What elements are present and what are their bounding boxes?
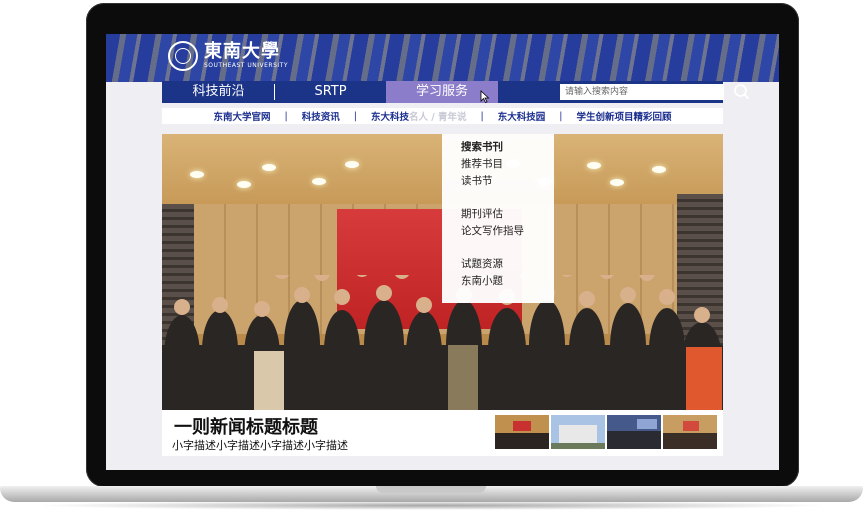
menu-item-paper-writing-guide[interactable]: 论文写作指导	[461, 223, 554, 240]
browser-screen: 東南大學 SOUTHEAST UNIVERSITY 科技前沿 SRTP 学习服务…	[106, 34, 779, 470]
news-thumbnails	[495, 415, 717, 449]
menu-item-recommended-books[interactable]: 推荐书目	[461, 156, 554, 173]
quick-link-faded-text: 名人 / 青年说	[408, 112, 467, 123]
logo-name-en: SOUTHEAST UNIVERSITY	[204, 62, 288, 69]
laptop-notch	[376, 486, 486, 493]
quick-links-bar: 东南大学官网 | 科技资讯 | 东大科技名人 / 青年说 | 东大科技园 | 学…	[162, 108, 723, 124]
menu-item-search-books[interactable]: 搜索书刊	[461, 139, 554, 156]
laptop-shadow	[30, 501, 833, 510]
nav-item-srtp[interactable]: SRTP	[275, 81, 386, 103]
menu-item-reading-festival[interactable]: 读书节	[461, 173, 554, 190]
news-thumbnail[interactable]	[551, 415, 605, 449]
learning-services-dropdown: 搜索书刊 推荐书目 读书节 期刊评估 论文写作指导 试题资源 东南小题	[442, 134, 554, 303]
news-thumbnail[interactable]	[663, 415, 717, 449]
search-input[interactable]	[560, 84, 724, 100]
news-description: 小字描述小字描述小字描述小字描述	[172, 439, 348, 452]
quick-link-innovation-review[interactable]: 学生创新项目精彩回顾	[576, 109, 671, 123]
university-logo[interactable]: 東南大學 SOUTHEAST UNIVERSITY	[168, 41, 288, 71]
news-caption: 一则新闻标题标题 小字描述小字描述小字描述小字描述	[162, 410, 723, 456]
header-banner: 東南大學 SOUTHEAST UNIVERSITY	[106, 34, 779, 82]
main-nav: 科技前沿 SRTP 学习服务	[162, 81, 750, 103]
quick-link-seu-tech[interactable]: 东大科技	[371, 112, 409, 123]
search-button[interactable]	[732, 83, 752, 101]
search-icon	[734, 84, 750, 100]
menu-item-southeast-quiz[interactable]: 东南小题	[461, 273, 554, 290]
news-thumbnail[interactable]	[607, 415, 661, 449]
quick-link-tech-park[interactable]: 东大科技园	[498, 109, 546, 123]
menu-item-journal-evaluation[interactable]: 期刊评估	[461, 206, 554, 223]
quick-link-tech-news[interactable]: 科技资讯	[302, 109, 340, 123]
menu-item-exam-resources[interactable]: 试题资源	[461, 256, 554, 273]
cursor-icon	[480, 90, 490, 103]
university-seal-icon	[168, 41, 198, 71]
news-title[interactable]: 一则新闻标题标题	[174, 413, 318, 439]
quick-link-seu-official[interactable]: 东南大学官网	[214, 109, 271, 123]
news-photo[interactable]: 搜索书刊 推荐书目 读书节 期刊评估 论文写作指导 试题资源 东南小题	[162, 134, 723, 410]
news-thumbnail[interactable]	[495, 415, 549, 449]
logo-name-cn: 東南大學	[204, 41, 280, 62]
nav-item-frontier[interactable]: 科技前沿	[162, 81, 275, 103]
